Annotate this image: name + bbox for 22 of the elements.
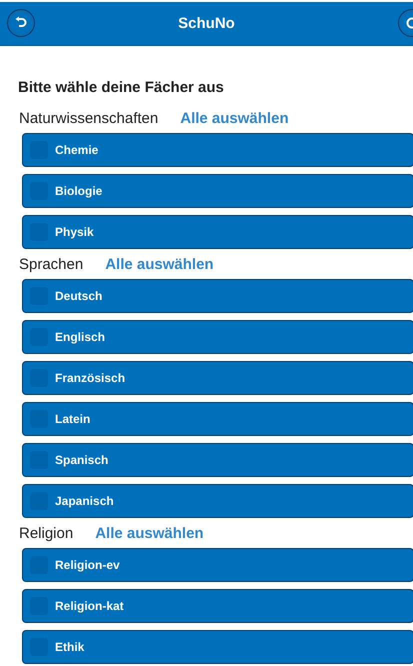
group-label: Naturwissenschaften bbox=[19, 110, 158, 127]
back-icon bbox=[14, 16, 28, 30]
subject-checkbox-button[interactable]: Spanisch bbox=[22, 443, 413, 477]
subject-checkbox-button[interactable]: Japanisch bbox=[22, 484, 413, 518]
subject-checkbox-button[interactable]: Französisch bbox=[22, 361, 413, 395]
select-all-link[interactable]: Alle auswählen bbox=[180, 110, 289, 127]
subject-checkbox-button[interactable]: Deutsch bbox=[22, 279, 413, 313]
group-label: Sprachen bbox=[19, 256, 84, 273]
subject-checkbox-button[interactable]: Latein bbox=[22, 402, 413, 436]
page-heading: Bitte wähle deine Fächer aus bbox=[18, 79, 225, 96]
select-all-link[interactable]: Alle auswählen bbox=[105, 256, 214, 273]
subject-checkbox-button[interactable]: Biologie bbox=[22, 174, 413, 208]
subject-checkbox-button[interactable]: Physik bbox=[22, 215, 413, 249]
back-button[interactable] bbox=[7, 9, 35, 37]
group-label: Religion bbox=[19, 525, 74, 542]
subject-checkbox-button[interactable]: Religion-kat bbox=[22, 589, 413, 623]
subject-checkbox-button[interactable]: Ethik bbox=[22, 630, 413, 664]
subject-checkbox-button[interactable]: Englisch bbox=[22, 320, 413, 354]
app-title: SchuNo bbox=[178, 15, 235, 32]
subject-checkbox-button[interactable]: Chemie bbox=[22, 133, 413, 167]
subject-checkbox-button[interactable]: Religion-ev bbox=[22, 548, 413, 582]
select-all-link[interactable]: Alle auswählen bbox=[95, 525, 204, 542]
